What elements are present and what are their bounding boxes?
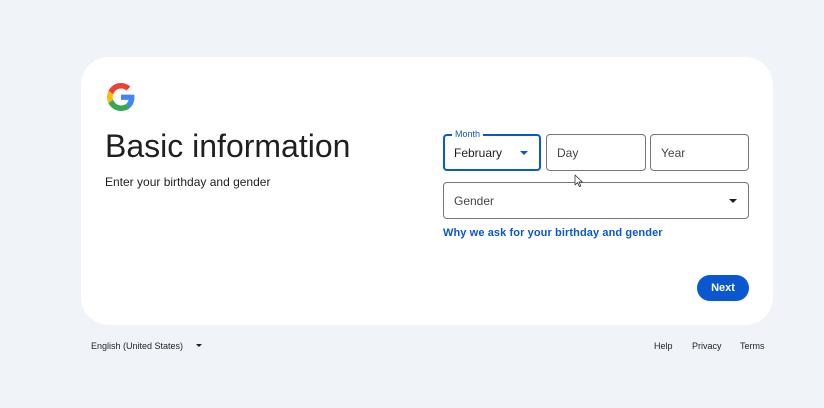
dropdown-arrow-icon <box>520 151 528 155</box>
why-we-ask-link[interactable]: Why we ask for your birthday and gender <box>443 226 663 240</box>
dropdown-arrow-icon <box>196 344 202 347</box>
gender-select[interactable]: Gender <box>443 182 749 219</box>
year-placeholder: Year <box>661 146 686 160</box>
language-selector[interactable]: English (United States) <box>91 340 183 352</box>
google-logo-icon <box>107 83 135 111</box>
day-input[interactable]: Day <box>546 134 646 171</box>
footer-privacy-link[interactable]: Privacy <box>692 340 722 352</box>
month-select[interactable]: Month February <box>443 128 541 171</box>
footer-terms-link[interactable]: Terms <box>740 340 765 352</box>
next-button[interactable]: Next <box>697 275 749 301</box>
page-subtitle: Enter your birthday and gender <box>105 175 271 189</box>
year-input[interactable]: Year <box>650 134 749 171</box>
footer: English (United States) Help Privacy Ter… <box>0 340 824 354</box>
month-value: February <box>454 146 503 160</box>
signup-card: Basic information Enter your birthday an… <box>81 57 773 325</box>
gender-placeholder: Gender <box>454 194 495 208</box>
mouse-cursor-icon <box>574 174 583 187</box>
day-placeholder: Day <box>557 146 579 160</box>
page-title: Basic information <box>105 128 351 164</box>
month-label: Month <box>452 128 484 140</box>
footer-help-link[interactable]: Help <box>654 340 673 352</box>
dropdown-arrow-icon <box>729 199 737 203</box>
